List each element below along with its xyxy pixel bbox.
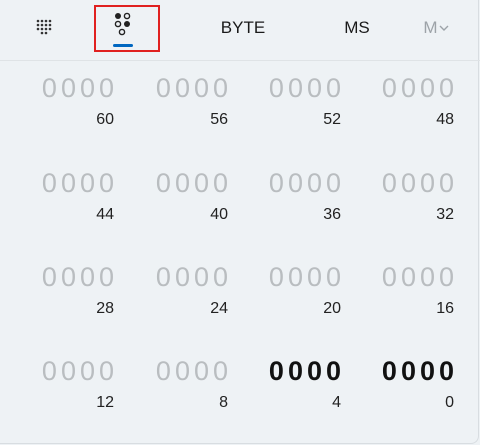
- bit-group-digits[interactable]: 0000: [269, 262, 345, 293]
- bit-group-digits[interactable]: 0000: [42, 168, 118, 199]
- bit-group: 0000 12: [8, 356, 118, 416]
- bit-group: 0000 16: [348, 262, 458, 322]
- toolbar: BYTE MS M: [0, 0, 480, 61]
- bit-group: 0000 0: [348, 356, 458, 416]
- bit-position-label: 16: [436, 300, 454, 317]
- bit-position-label: 36: [323, 206, 341, 223]
- bit-position-label: 32: [436, 206, 454, 223]
- bit-group-digits[interactable]: 0000: [42, 356, 118, 387]
- chevron-down-icon: [439, 25, 449, 31]
- bit-group: 0000 20: [235, 262, 345, 322]
- bit-group-digits[interactable]: 0000: [42, 73, 118, 104]
- bit-position-label: 52: [323, 111, 341, 128]
- bit-position-label: 48: [436, 111, 454, 128]
- bit-group: 0000 56: [122, 73, 232, 133]
- bit-group-digits[interactable]: 0000: [269, 168, 345, 199]
- bit-group: 0000 44: [8, 168, 118, 228]
- bit-group: 0000 32: [348, 168, 458, 228]
- bit-group: 0000 48: [348, 73, 458, 133]
- word-size-button[interactable]: BYTE: [210, 0, 276, 56]
- bit-position-label: 28: [96, 300, 114, 317]
- bit-group-digits[interactable]: 0000: [42, 262, 118, 293]
- bit-group-digits[interactable]: 0000: [382, 356, 458, 387]
- bit-toggling-icon: [114, 12, 131, 36]
- bit-position-label: 4: [332, 394, 341, 411]
- bit-group: 0000 40: [122, 168, 232, 228]
- bit-group: 0000 8: [122, 356, 232, 416]
- bit-group: 0000 4: [235, 356, 345, 416]
- dial-pad-icon: [36, 19, 52, 35]
- bit-position-label: 44: [96, 206, 114, 223]
- bit-group-digits[interactable]: 0000: [156, 262, 232, 293]
- bit-position-label: 0: [445, 394, 454, 411]
- memory-menu-button[interactable]: M: [416, 0, 456, 56]
- memory-store-button[interactable]: MS: [334, 0, 380, 56]
- bit-group-digits[interactable]: 0000: [382, 168, 458, 199]
- bit-position-label: 12: [96, 394, 114, 411]
- bit-group-digits[interactable]: 0000: [156, 356, 232, 387]
- bit-position-label: 60: [96, 111, 114, 128]
- bit-position-label: 20: [323, 300, 341, 317]
- bit-position-label: 40: [210, 206, 228, 223]
- bit-group: 0000 60: [8, 73, 118, 133]
- bit-group: 0000 24: [122, 262, 232, 322]
- memory-menu-label: M: [423, 18, 438, 37]
- selected-tab-indicator: [113, 44, 133, 47]
- bit-toggling-keypad-button[interactable]: [100, 0, 146, 56]
- bit-group-digits[interactable]: 0000: [382, 262, 458, 293]
- bit-group: 0000 36: [235, 168, 345, 228]
- bit-group-digits[interactable]: 0000: [156, 168, 232, 199]
- bit-group-digits[interactable]: 0000: [156, 73, 232, 104]
- bit-position-label: 8: [219, 394, 228, 411]
- bit-position-label: 24: [210, 300, 228, 317]
- full-keypad-button[interactable]: [26, 0, 62, 56]
- bit-group: 0000 28: [8, 262, 118, 322]
- bit-group-digits[interactable]: 0000: [269, 73, 345, 104]
- word-size-label: BYTE: [220, 18, 266, 37]
- bit-group-digits[interactable]: 0000: [382, 73, 458, 104]
- bit-group-digits[interactable]: 0000: [269, 356, 345, 387]
- bit-position-label: 56: [210, 111, 228, 128]
- bit-group: 0000 52: [235, 73, 345, 133]
- memory-store-label: MS: [344, 18, 370, 37]
